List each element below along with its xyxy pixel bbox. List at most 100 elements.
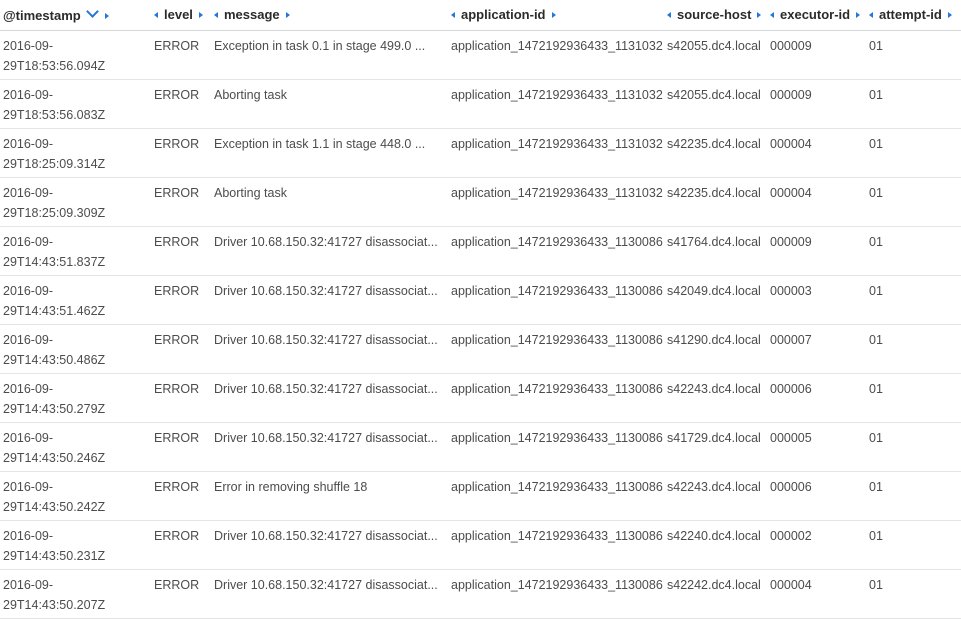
message-cell: Driver 10.68.150.32:41727 disassociat...: [214, 283, 438, 298]
column-label: message: [224, 7, 280, 23]
attempt-id-cell: 01: [869, 38, 883, 53]
table-row[interactable]: 2016-09- 29T18:25:09.309Z ERROR Aborting ta…: [0, 177, 961, 226]
executor-id-cell: 000005: [770, 430, 812, 445]
message-cell: Aborting task: [214, 185, 287, 200]
executor-id-cell: 000004: [770, 577, 812, 592]
message-cell: Aborting task: [214, 87, 287, 102]
timestamp-date: 2016-09-: [3, 528, 54, 543]
level-cell: ERROR: [154, 577, 200, 592]
timestamp-date: 2016-09-: [3, 234, 54, 249]
table-row[interactable]: 2016-09- 29T18:53:56.094Z ERROR Exception i…: [0, 30, 961, 79]
timestamp-time: 29T14:43:50.279Z: [3, 402, 106, 416]
table-row[interactable]: 2016-09- 29T14:43:51.462Z ERROR Driver 10.6…: [0, 275, 961, 324]
timestamp-date: 2016-09-: [3, 87, 54, 102]
table-row[interactable]: 2016-09- 29T18:25:09.314Z ERROR Exception i…: [0, 128, 961, 177]
column-header-executor-id[interactable]: executor-id: [766, 0, 865, 30]
timestamp-cell: 2016-09- 29T14:43:50.486Z: [0, 324, 150, 373]
column-label: application-id: [461, 7, 546, 23]
timestamp-date: 2016-09-: [3, 381, 54, 396]
message-cell: Driver 10.68.150.32:41727 disassociat...: [214, 528, 438, 543]
move-column-right-icon[interactable]: [856, 12, 861, 19]
timestamp-cell: 2016-09- 29T18:53:56.094Z: [0, 30, 150, 79]
attempt-id-cell: 01: [869, 87, 883, 102]
source-host-cell: s41764.dc4.local: [667, 234, 761, 249]
application-id-cell: application_1472192936433_1131032: [451, 38, 663, 53]
timestamp-time: 29T14:43:50.486Z: [3, 353, 106, 367]
executor-id-cell: 000004: [770, 136, 812, 151]
application-id-cell: application_1472192936433_1130086: [451, 381, 663, 396]
move-column-left-icon[interactable]: [154, 12, 158, 19]
move-column-left-icon[interactable]: [667, 12, 671, 19]
move-column-left-icon[interactable]: [869, 12, 873, 19]
timestamp-date: 2016-09-: [3, 332, 54, 347]
source-host-cell: s41290.dc4.local: [667, 332, 761, 347]
timestamp-date: 2016-09-: [3, 479, 54, 494]
table-row[interactable]: 2016-09- 29T14:43:51.837Z ERROR Driver 10.6…: [0, 226, 961, 275]
timestamp-cell: 2016-09- 29T14:43:51.837Z: [0, 226, 150, 275]
application-id-cell: application_1472192936433_1130086: [451, 234, 663, 249]
move-column-right-icon[interactable]: [757, 12, 762, 19]
attempt-id-cell: 01: [869, 430, 883, 445]
timestamp-date: 2016-09-: [3, 430, 54, 445]
application-id-cell: application_1472192936433_1130086: [451, 332, 663, 347]
executor-id-cell: 000009: [770, 87, 812, 102]
message-cell: Error in removing shuffle 18: [214, 479, 368, 494]
timestamp-date: 2016-09-: [3, 283, 54, 298]
table-row[interactable]: 2016-09- 29T14:43:50.231Z ERROR Driver 10.6…: [0, 520, 961, 569]
level-cell: ERROR: [154, 234, 200, 249]
move-column-right-icon[interactable]: [104, 12, 109, 19]
message-cell: Driver 10.68.150.32:41727 disassociat...: [214, 381, 438, 396]
message-cell: Driver 10.68.150.32:41727 disassociat...: [214, 332, 438, 347]
level-cell: ERROR: [154, 381, 200, 396]
table-row[interactable]: 2016-09- 29T14:43:50.207Z ERROR Driver 10.6…: [0, 569, 961, 618]
move-column-right-icon[interactable]: [285, 12, 290, 19]
attempt-id-cell: 01: [869, 577, 883, 592]
timestamp-date: 2016-09-: [3, 136, 54, 151]
table-row[interactable]: 2016-09- 29T14:43:50.279Z ERROR Driver 10.6…: [0, 373, 961, 422]
source-host-cell: s42055.dc4.local: [667, 38, 761, 53]
source-host-cell: s42240.dc4.local: [667, 528, 761, 543]
source-host-cell: s42235.dc4.local: [667, 136, 761, 151]
source-host-cell: s42243.dc4.local: [667, 381, 761, 396]
column-header-message[interactable]: message: [210, 0, 447, 30]
move-column-right-icon[interactable]: [551, 12, 556, 19]
application-id-cell: application_1472192936433_1130086: [451, 528, 663, 543]
column-label: executor-id: [780, 7, 851, 23]
timestamp-cell: 2016-09- 29T14:43:51.462Z: [0, 275, 150, 324]
table-row[interactable]: 2016-09- 29T14:43:50.242Z ERROR Error in re…: [0, 471, 961, 520]
move-column-right-icon[interactable]: [198, 12, 203, 19]
column-header-level[interactable]: level: [150, 0, 210, 30]
column-header-timestamp[interactable]: @timestamp: [0, 0, 150, 30]
attempt-id-cell: 01: [869, 283, 883, 298]
column-label: level: [164, 7, 193, 23]
level-cell: ERROR: [154, 87, 200, 102]
column-header-attempt-id[interactable]: attempt-id: [865, 0, 961, 30]
table-row[interactable]: 2016-09- 29T14:43:50.246Z ERROR Driver 10.6…: [0, 422, 961, 471]
application-id-cell: application_1472192936433_1131032: [451, 136, 663, 151]
column-header-application-id[interactable]: application-id: [447, 0, 663, 30]
move-column-left-icon[interactable]: [451, 12, 455, 19]
move-column-left-icon[interactable]: [770, 12, 774, 19]
table-row[interactable]: 2016-09- 29T14:43:50.486Z ERROR Driver 10.6…: [0, 324, 961, 373]
level-cell: ERROR: [154, 38, 200, 53]
timestamp-time: 29T18:25:09.309Z: [3, 206, 106, 220]
application-id-cell: application_1472192936433_1130086: [451, 479, 663, 494]
timestamp-cell: 2016-09- 29T18:25:09.309Z: [0, 177, 150, 226]
level-cell: ERROR: [154, 528, 200, 543]
move-column-left-icon[interactable]: [214, 12, 218, 19]
move-column-right-icon[interactable]: [947, 12, 952, 19]
source-host-cell: s42055.dc4.local: [667, 87, 761, 102]
timestamp-cell: 2016-09- 29T14:43:50.207Z: [0, 569, 150, 618]
attempt-id-cell: 01: [869, 234, 883, 249]
timestamp-time: 29T14:43:50.242Z: [3, 500, 106, 514]
header-row: @timestamp level message application-id …: [0, 0, 961, 30]
sort-chevron-down-icon[interactable]: [85, 4, 99, 18]
timestamp-date: 2016-09-: [3, 577, 54, 592]
timestamp-time: 29T18:53:56.094Z: [3, 59, 106, 73]
table-row[interactable]: 2016-09- 29T18:53:56.083Z ERROR Aborting ta…: [0, 79, 961, 128]
column-header-source-host[interactable]: source-host: [663, 0, 766, 30]
column-label: source-host: [677, 7, 752, 23]
source-host-cell: s42243.dc4.local: [667, 479, 761, 494]
executor-id-cell: 000006: [770, 479, 812, 494]
message-cell: Exception in task 0.1 in stage 499.0 ...: [214, 38, 426, 53]
